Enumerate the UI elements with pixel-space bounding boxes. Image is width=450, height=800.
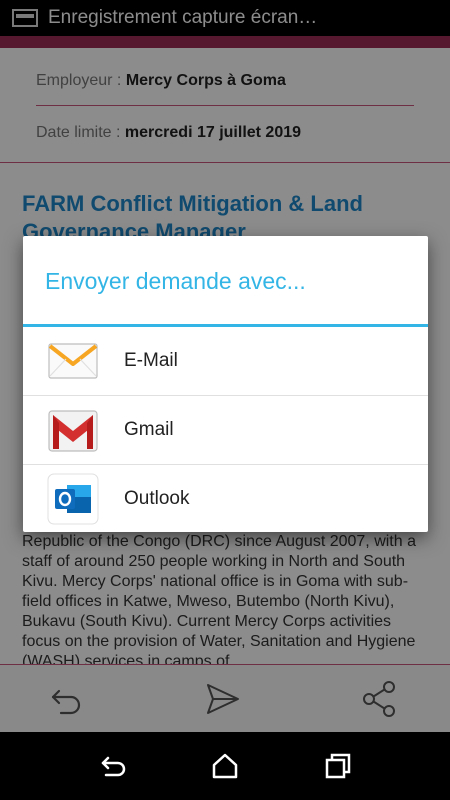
option-outlook[interactable]: Outlook bbox=[23, 464, 428, 532]
nav-back-icon[interactable] bbox=[98, 750, 130, 782]
home-icon[interactable] bbox=[209, 750, 241, 782]
option-label-email: E-Mail bbox=[124, 350, 178, 371]
outlook-icon bbox=[47, 473, 99, 525]
system-nav-bar bbox=[0, 732, 450, 800]
option-label-outlook: Outlook bbox=[124, 488, 190, 509]
option-label-gmail: Gmail bbox=[124, 419, 174, 440]
email-envelope-icon bbox=[47, 335, 99, 387]
gmail-icon bbox=[47, 404, 99, 456]
recent-apps-icon[interactable] bbox=[322, 750, 354, 782]
option-email[interactable]: E-Mail bbox=[23, 327, 428, 395]
dialog-title: Envoyer demande avec... bbox=[45, 268, 306, 294]
share-chooser-dialog: Envoyer demande avec... E-Mail Gmail Out… bbox=[23, 236, 428, 532]
option-gmail[interactable]: Gmail bbox=[23, 395, 428, 464]
